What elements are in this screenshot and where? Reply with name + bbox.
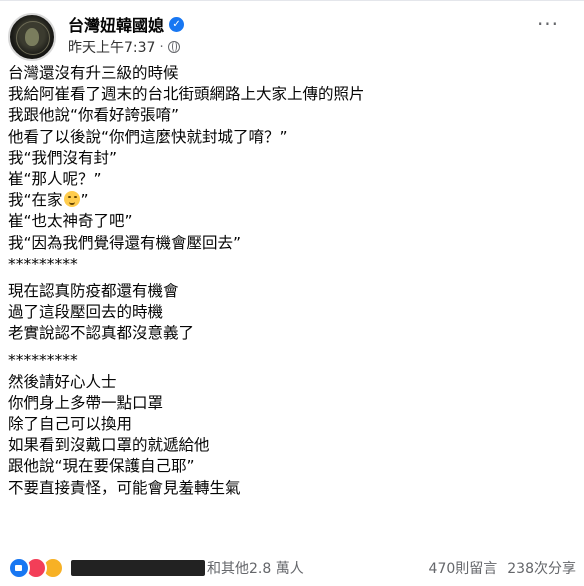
post-line: 我跟他說“你看好誇張唷”	[8, 106, 180, 125]
post-line: 然後請好心人士	[8, 372, 117, 391]
emoji-line-before: 我“在家	[8, 191, 63, 210]
post-line: 不要直接責怪，可能會見羞轉生氣	[8, 478, 241, 497]
verified-badge-icon: ✓	[169, 16, 185, 32]
post-line: 過了這段壓回去的時機	[8, 303, 164, 322]
post-line-emoji: 我“在家 ”	[8, 190, 574, 211]
post-line: *********	[8, 351, 78, 370]
post-line: 我“我們沒有封”	[8, 148, 118, 167]
post-line: 老實說認不認真都沒意義了	[8, 324, 195, 343]
post-line: *********	[8, 254, 78, 273]
author-name-row: 台灣妞韓國媳 ✓	[68, 12, 185, 36]
post-line: 崔“也太神奇了吧”	[8, 212, 133, 231]
like-reaction-icon	[8, 557, 30, 579]
shares-count[interactable]: 238次分享	[507, 558, 576, 578]
post-line: 現在認真防疫都還有機會	[8, 281, 179, 300]
post-footer: 和其他2.8 萬人 470則留言 238次分享	[8, 556, 576, 580]
reactions-count-text[interactable]: 和其他2.8 萬人	[207, 558, 304, 578]
post-line: 如果看到沒戴口罩的就遞給他	[8, 436, 210, 455]
author-name[interactable]: 台灣妞韓國媳	[68, 12, 164, 36]
comments-count[interactable]: 470則留言	[429, 558, 498, 578]
post-header: 台灣妞韓國媳 ✓ 昨天上午7:37 · ···	[8, 9, 576, 61]
emoji-line-after: ”	[80, 191, 89, 210]
post-line: 崔“那人呢？”	[8, 169, 102, 188]
post-line: 台灣還沒有升三級的時候	[8, 64, 179, 82]
post-line: 我“因為我們覺得還有機會壓回去”	[8, 233, 242, 252]
post-line: 我給阿崔看了週末的台北街頭網路上大家上傳的照片	[8, 85, 365, 104]
reactions-summary[interactable]: 和其他2.8 萬人	[8, 557, 304, 579]
globe-icon[interactable]	[167, 41, 180, 53]
more-options-icon[interactable]: ···	[534, 14, 562, 37]
facebook-post: 台灣妞韓國媳 ✓ 昨天上午7:37 · ··· 台灣還沒有升三級的時候 我給阿崔…	[0, 0, 584, 586]
post-meta: 昨天上午7:37 ·	[68, 37, 180, 57]
engagement-counts: 470則留言 238次分享	[429, 558, 576, 578]
avatar[interactable]	[8, 13, 56, 61]
post-line: 跟他說“現在要保護自己耶”	[8, 457, 195, 476]
post-body: 台灣還沒有升三級的時候 我給阿崔看了週末的台北街頭網路上大家上傳的照片 我跟他說…	[8, 63, 574, 499]
meta-separator: ·	[159, 39, 164, 55]
smiling-emoji-icon	[63, 191, 80, 208]
redacted-names	[71, 560, 205, 576]
post-line: 他看了以後說“你們這麼快就封城了唷？”	[8, 127, 288, 146]
post-line: 除了自己可以換用	[8, 415, 133, 433]
post-timestamp[interactable]: 昨天上午7:37	[68, 37, 155, 57]
post-line: 你們身上多帶一點口罩	[8, 393, 164, 412]
